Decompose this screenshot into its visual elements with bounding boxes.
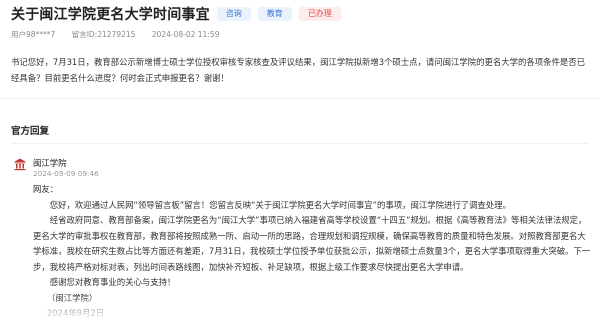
section-divider (0, 98, 600, 99)
reply-section-title: 官方回复 (11, 126, 50, 137)
reply-org-name: 闽江学院 (33, 158, 67, 168)
reply-paragraph: 感谢您对教育事业的关心与支持！ (49, 277, 176, 287)
status-badge: 已办理 (298, 7, 341, 21)
building-icon (14, 158, 26, 171)
bottom-fade (0, 296, 600, 319)
reply-time: 2024-09-09 09:46 (33, 169, 99, 178)
reply-salutation: 网友： (33, 184, 59, 194)
message-body: 书记您好，7月31日，教育部公示新增博士硕士学位授权审核专家核查及评议结果，闽江… (11, 57, 586, 83)
page-title: 关于闽江学院更名大学时间事宜 (11, 7, 210, 23)
reply-paragraph: 您好，欢迎通过人民网“领导留言板”留言！您留言反映“关于闽江学院更名大学时间事宜… (49, 199, 512, 210)
page-header: 关于闽江学院更名大学时间事宜 咨询 教育 已办理 (11, 4, 341, 24)
tag-consult[interactable]: 咨询 (216, 7, 251, 21)
reply-section-divider (11, 143, 589, 144)
user-name: 用户98****7 (11, 30, 56, 39)
tag-education[interactable]: 教育 (257, 7, 292, 21)
reply-paragraph: 经省政府同意、教育部备案，闽江学院更名为“闽江大学”事项已纳入福建省高等学校设置… (33, 215, 591, 272)
message-time: 2024-08-02 11:59 (151, 30, 220, 39)
message-meta: 用户98****7 留言ID:21279215 2024-08-02 11:59 (11, 29, 233, 40)
message-id: 留言ID:21279215 (71, 30, 136, 39)
